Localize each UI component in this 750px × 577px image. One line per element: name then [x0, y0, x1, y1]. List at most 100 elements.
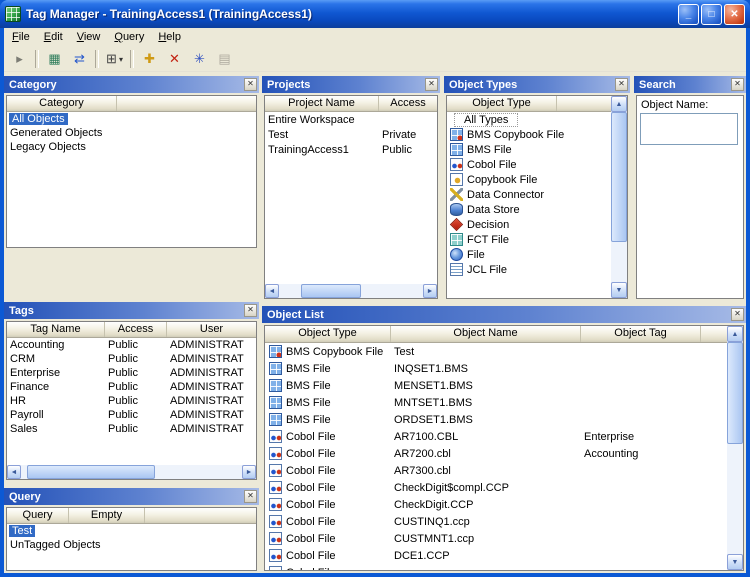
tags-hscrollbar[interactable]: ◄ ► [7, 465, 256, 479]
object-types-close-button[interactable]: ✕ [615, 78, 628, 91]
tag-row[interactable]: Sales Public ADMINISTRAT [7, 422, 256, 436]
object-type-item[interactable]: JCL File [447, 262, 611, 277]
scroll-left-button[interactable]: ◄ [265, 284, 279, 298]
column-header-blank[interactable] [557, 96, 611, 111]
maximize-button[interactable]: □ [701, 4, 722, 25]
column-header-object-type[interactable]: Object Type [447, 96, 557, 111]
scroll-down-button[interactable]: ▼ [611, 282, 627, 298]
object-row[interactable]: BMS Copybook File Test [265, 343, 727, 360]
column-header-category[interactable]: Category [7, 96, 117, 111]
category-close-button[interactable]: ✕ [244, 78, 257, 91]
scroll-up-button[interactable]: ▲ [727, 326, 743, 342]
column-header-access[interactable]: Access [105, 322, 167, 337]
object-list-panel-titlebar[interactable]: Object List ✕ [262, 306, 746, 323]
object-type-item[interactable]: Data Connector [447, 187, 611, 202]
object-row[interactable]: BMS File MNTSET1.BMS [265, 394, 727, 411]
column-header-project-name[interactable]: Project Name [265, 96, 379, 111]
object-type-item[interactable]: Data Store [447, 202, 611, 217]
projects-close-button[interactable]: ✕ [425, 78, 438, 91]
refresh-icon[interactable]: ⇄ [67, 48, 92, 70]
scroll-thumb[interactable] [301, 284, 361, 298]
projects-hscrollbar[interactable]: ◄ ► [265, 284, 437, 298]
search-close-button[interactable]: ✕ [731, 78, 744, 91]
object-type-item[interactable]: Cobol File [447, 157, 611, 172]
object-row[interactable]: Cobol File CUSTMNT1.ccp [265, 530, 727, 547]
scroll-track[interactable] [279, 284, 423, 298]
column-header-query[interactable]: Query [7, 508, 69, 523]
query-item[interactable]: UnTagged Objects [7, 538, 256, 552]
close-button[interactable]: ✕ [724, 4, 745, 25]
object-list-close-button[interactable]: ✕ [731, 308, 744, 321]
object-row[interactable]: Cobol File AR7200.cbl Accounting [265, 445, 727, 462]
scroll-right-button[interactable]: ► [242, 465, 256, 479]
object-row[interactable]: Cobol File AR7300.cbl [265, 462, 727, 479]
column-header-blank[interactable] [701, 326, 727, 342]
delete-tag-icon[interactable]: ✕ [162, 48, 187, 70]
object-row[interactable]: BMS File MENSET1.BMS [265, 377, 727, 394]
object-type-item[interactable]: Copybook File [447, 172, 611, 187]
scroll-track[interactable] [727, 342, 743, 554]
query-item[interactable]: Test [7, 524, 256, 538]
object-type-item[interactable]: FCT File [447, 232, 611, 247]
search-panel-titlebar[interactable]: Search ✕ [634, 76, 746, 93]
column-header-object-type[interactable]: Object Type [265, 326, 391, 342]
project-row[interactable]: Entire Workspace [265, 112, 437, 127]
tag-row[interactable]: Enterprise Public ADMINISTRAT [7, 366, 256, 380]
expand-dropdown-button[interactable]: ⊞ ▾ [102, 48, 127, 70]
column-header-user[interactable]: User [167, 322, 256, 337]
minimize-button[interactable]: _ [678, 4, 699, 25]
scroll-track[interactable] [611, 112, 627, 282]
object-type-item[interactable]: Decision [447, 217, 611, 232]
scroll-left-button[interactable]: ◄ [7, 465, 21, 479]
object-type-item[interactable]: BMS Copybook File [447, 127, 611, 142]
column-header-object-tag[interactable]: Object Tag [581, 326, 701, 342]
object-name-input[interactable] [640, 113, 738, 145]
tag-row[interactable]: CRM Public ADMINISTRAT [7, 352, 256, 366]
object-types-vscrollbar[interactable]: ▲ ▼ [611, 96, 627, 298]
object-type-item[interactable]: File [447, 247, 611, 262]
column-header-blank[interactable] [145, 508, 256, 523]
menu-edit[interactable]: Edit [37, 29, 70, 46]
object-row[interactable]: Cobol File CheckDigit.CCP [265, 496, 727, 513]
category-panel-titlebar[interactable]: Category ✕ [4, 76, 259, 93]
category-item[interactable]: Generated Objects [7, 126, 256, 140]
column-header-blank[interactable] [117, 96, 256, 111]
category-item[interactable]: All Objects [7, 112, 256, 126]
scroll-track[interactable] [21, 465, 242, 479]
column-header-object-name[interactable]: Object Name [391, 326, 581, 342]
tag-relations-icon[interactable]: ✳ [187, 48, 212, 70]
object-row[interactable]: BMS File ORDSET1.BMS [265, 411, 727, 428]
project-row[interactable]: Test Private [265, 127, 437, 142]
scroll-up-button[interactable]: ▲ [611, 96, 627, 112]
new-tag-icon[interactable]: ✚ [137, 48, 162, 70]
tags-close-button[interactable]: ✕ [244, 304, 257, 317]
menu-view[interactable]: View [70, 29, 108, 46]
object-types-panel-titlebar[interactable]: Object Types ✕ [444, 76, 630, 93]
object-row[interactable]: Cobol File [265, 564, 727, 570]
object-row[interactable]: Cobol File CheckDigit$compl.CCP [265, 479, 727, 496]
object-type-item[interactable]: BMS File [447, 142, 611, 157]
scroll-down-button[interactable]: ▼ [727, 554, 743, 570]
tags-panel-titlebar[interactable]: Tags ✕ [4, 302, 259, 319]
scroll-right-button[interactable]: ► [423, 284, 437, 298]
menu-help[interactable]: Help [151, 29, 188, 46]
tag-row[interactable]: Accounting Public ADMINISTRAT [7, 338, 256, 352]
scroll-thumb[interactable] [611, 112, 627, 242]
object-row[interactable]: Cobol File AR7100.CBL Enterprise [265, 428, 727, 445]
query-close-button[interactable]: ✕ [244, 490, 257, 503]
category-item[interactable]: Legacy Objects [7, 140, 256, 154]
tag-row[interactable]: HR Public ADMINISTRAT [7, 394, 256, 408]
forward-icon[interactable]: ▸ [7, 48, 32, 70]
menu-query[interactable]: Query [107, 29, 151, 46]
scroll-thumb[interactable] [27, 465, 155, 479]
column-header-tag-name[interactable]: Tag Name [7, 322, 105, 337]
object-row[interactable]: Cobol File CUSTINQ1.ccp [265, 513, 727, 530]
column-header-access[interactable]: Access [379, 96, 437, 111]
menu-file[interactable]: File [5, 29, 37, 46]
tag-row[interactable]: Finance Public ADMINISTRAT [7, 380, 256, 394]
title-bar[interactable]: Tag Manager - TrainingAccess1 (TrainingA… [0, 0, 750, 28]
tag-row[interactable]: Payroll Public ADMINISTRAT [7, 408, 256, 422]
object-row[interactable]: BMS File INQSET1.BMS [265, 360, 727, 377]
query-panel-titlebar[interactable]: Query ✕ [4, 488, 259, 505]
object-type-root-item[interactable]: All Types [447, 112, 611, 127]
